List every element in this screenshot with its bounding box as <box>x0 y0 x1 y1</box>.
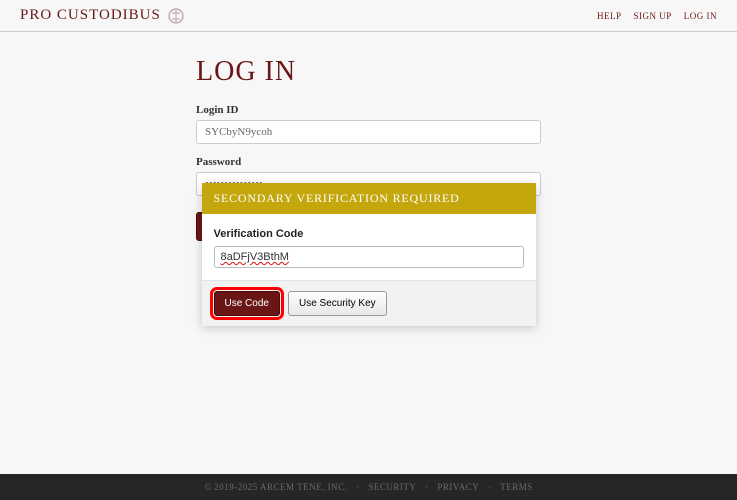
footer-security[interactable]: SECURITY <box>368 482 416 492</box>
nav-login[interactable]: LOG IN <box>684 11 717 21</box>
nav-links: HELP SIGN UP LOG IN <box>597 11 717 21</box>
brand: PRO CUSTODIBUS <box>20 7 185 25</box>
use-security-key-button[interactable]: Use Security Key <box>288 291 387 316</box>
footer: © 2019-2025 ARCEM TENE, INC. · SECURITY … <box>0 474 737 500</box>
verification-code-input[interactable]: 8aDFjV3BthM <box>214 246 524 268</box>
password-label: Password <box>196 156 541 168</box>
footer-copyright: © 2019-2025 ARCEM TENE, INC. <box>204 482 347 492</box>
modal-footer: Use Code Use Security Key <box>202 280 536 326</box>
footer-privacy[interactable]: PRIVACY <box>437 482 479 492</box>
modal-title: SECONDARY VERIFICATION REQUIRED <box>202 183 536 214</box>
app-header: PRO CUSTODIBUS HELP SIGN UP LOG IN <box>0 0 737 32</box>
use-code-button[interactable]: Use Code <box>214 291 280 316</box>
page-title: LOG IN <box>196 56 541 88</box>
verification-modal: SECONDARY VERIFICATION REQUIRED Verifica… <box>202 183 536 326</box>
login-id-label: Login ID <box>196 104 541 116</box>
modal-body: Verification Code 8aDFjV3BthM <box>202 214 536 280</box>
nav-signup[interactable]: SIGN UP <box>633 11 671 21</box>
nav-help[interactable]: HELP <box>597 11 622 21</box>
brand-logo-icon <box>167 7 185 25</box>
brand-text: PRO CUSTODIBUS <box>20 7 161 24</box>
verification-code-label: Verification Code <box>214 228 524 240</box>
login-id-input[interactable] <box>196 120 541 144</box>
footer-terms[interactable]: TERMS <box>500 482 533 492</box>
